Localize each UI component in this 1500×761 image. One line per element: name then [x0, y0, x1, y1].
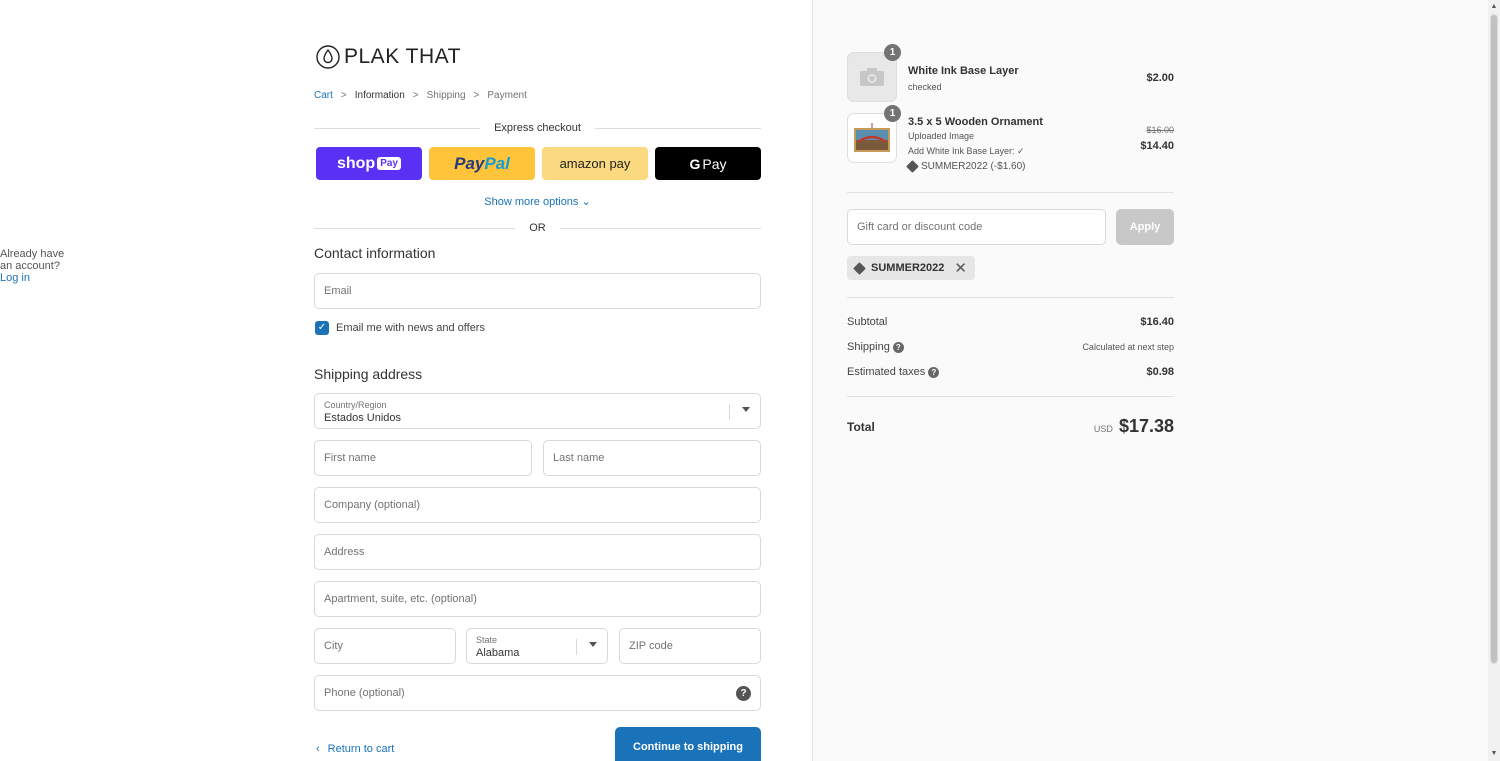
account-prompt: Already have an account? Log in — [0, 248, 65, 284]
country-select[interactable]: Country/Region Estados Unidos — [314, 393, 761, 429]
paypal-button[interactable]: Pay Pal — [429, 147, 535, 180]
camera-icon — [860, 68, 884, 86]
last-name-field[interactable]: Last name — [543, 440, 761, 476]
caret-down-icon — [589, 642, 597, 647]
breadcrumb-cart[interactable]: Cart — [314, 90, 333, 101]
google-g-icon: G — [689, 155, 701, 172]
city-field[interactable]: City — [314, 628, 456, 664]
page-scrollbar[interactable]: ▲ ▼ — [1488, 0, 1500, 761]
applied-discount-tag: SUMMER2022 ✕ — [847, 256, 975, 280]
shipping-heading: Shipping address — [314, 366, 423, 382]
product-option: Uploaded Image — [908, 131, 975, 141]
address-field[interactable]: Address — [314, 534, 761, 570]
chevron-right-icon: > — [340, 90, 347, 101]
first-name-field[interactable]: First name — [314, 440, 532, 476]
scroll-up-icon[interactable]: ▲ — [1488, 1, 1500, 13]
login-link[interactable]: Log in — [0, 272, 30, 284]
chevron-down-icon: ⌄ — [581, 196, 591, 208]
breadcrumb-information: Information — [354, 90, 405, 101]
breadcrumb: Cart > Information > Shipping > Payment — [314, 90, 527, 101]
google-pay-button[interactable]: G Pay — [655, 147, 761, 180]
scroll-down-icon[interactable]: ▼ — [1488, 748, 1500, 760]
express-payment-buttons: shop Pay Pay Pal amazon pay G Pay — [316, 147, 761, 180]
subtotal-row: Subtotal $16.40 — [847, 316, 1174, 328]
continue-to-shipping-button[interactable]: Continue to shipping — [615, 727, 761, 761]
taxes-row: Estimated taxes? $0.98 — [847, 366, 1174, 378]
express-checkout-heading: Express checkout — [314, 122, 761, 134]
product-option: Add White Ink Base Layer: ✓ — [908, 146, 1025, 156]
order-item: 1 White Ink Base Layer checked $2.00 — [847, 44, 1174, 104]
or-divider: OR — [314, 222, 761, 234]
scrollbar-thumb[interactable] — [1490, 14, 1498, 664]
product-option: checked — [908, 82, 942, 92]
email-field[interactable]: Email — [314, 273, 761, 309]
product-name: White Ink Base Layer — [908, 65, 1019, 77]
phone-field[interactable]: Phone (optional) ? — [314, 675, 761, 711]
shop-pay-button[interactable]: shop Pay — [316, 147, 422, 180]
drop-logo-icon — [316, 45, 340, 69]
help-icon[interactable]: ? — [892, 341, 904, 353]
divider — [847, 297, 1174, 298]
breadcrumb-shipping: Shipping — [426, 90, 466, 101]
order-item: 1 3.5 x 5 Wooden Ornament Uploaded Image… — [847, 105, 1174, 177]
quantity-badge: 1 — [884, 105, 901, 122]
tag-icon — [906, 160, 919, 173]
chevron-right-icon: > — [473, 90, 480, 101]
newsletter-option[interactable]: ✓ Email me with news and offers — [315, 321, 485, 335]
company-field[interactable]: Company (optional) — [314, 487, 761, 523]
close-icon[interactable]: ✕ — [954, 259, 967, 277]
contact-heading: Contact information — [314, 245, 436, 261]
ornament-image-icon — [854, 123, 890, 152]
chevron-left-icon: ‹ — [316, 743, 320, 755]
brand-name: PLAK THAT — [344, 45, 461, 68]
checkout-main: PLAK THAT Cart > Information > Shipping … — [0, 0, 812, 761]
state-select[interactable]: State Alabama — [466, 628, 608, 664]
product-discount: SUMMER2022 (-$1.60) — [906, 160, 1025, 173]
product-price: $2.00 — [1146, 72, 1174, 84]
divider — [847, 396, 1174, 397]
total-row: Total USD $17.38 — [847, 416, 1174, 436]
apply-button[interactable]: Apply — [1116, 209, 1174, 245]
chevron-right-icon: > — [412, 90, 419, 101]
breadcrumb-payment: Payment — [487, 90, 527, 101]
zip-field[interactable]: ZIP code — [619, 628, 761, 664]
product-original-price: $16.00 — [1146, 125, 1174, 135]
quantity-badge: 1 — [884, 44, 901, 61]
product-name: 3.5 x 5 Wooden Ornament — [908, 116, 1043, 128]
show-more-options-link[interactable]: Show more options ⌄ — [314, 195, 761, 208]
total-amount: $17.38 — [1118, 416, 1174, 436]
tag-icon — [853, 261, 866, 275]
return-to-cart-link[interactable]: ‹ Return to cart — [316, 743, 394, 755]
apartment-field[interactable]: Apartment, suite, etc. (optional) — [314, 581, 761, 617]
shipping-row: Shipping? Calculated at next step — [847, 341, 1174, 353]
caret-down-icon — [742, 407, 750, 412]
help-icon[interactable]: ? — [736, 686, 751, 701]
help-icon[interactable]: ? — [928, 366, 940, 378]
check-icon[interactable]: ✓ — [315, 321, 329, 335]
product-price: $14.40 — [1140, 140, 1174, 152]
amazon-pay-button[interactable]: amazon pay — [542, 147, 648, 180]
discount-code-input[interactable]: Gift card or discount code — [847, 209, 1106, 245]
divider — [847, 192, 1174, 193]
brand-logo[interactable]: PLAK THAT — [316, 45, 461, 69]
